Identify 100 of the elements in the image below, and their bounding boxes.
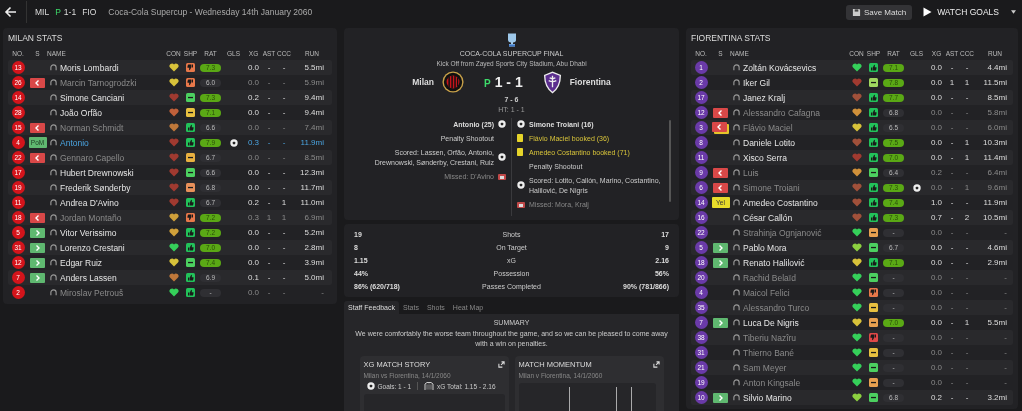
assists-value: - [266,123,272,132]
expand-icon[interactable] [497,361,505,368]
chances-value: - [281,63,287,72]
player-name[interactable]: Luis [743,167,759,178]
player-name[interactable]: Gennaro Capello [60,152,125,163]
player-name[interactable]: Lorenzo Crestani [60,242,125,253]
distance-value: - [1003,333,1008,342]
ball-icon [498,120,506,128]
xg-value: 0.0 [246,168,261,177]
player-name[interactable]: Flávio Maciel [743,122,793,133]
back-arrow-icon[interactable] [4,5,18,19]
save-match-button[interactable]: Save Match [845,4,913,20]
expand-icon[interactable] [652,361,660,368]
player-name[interactable]: Moris Lombardi [60,62,119,73]
xg-value: 0.0 [246,123,261,132]
player-name[interactable]: Alessandro Turco [743,302,810,313]
player-name[interactable]: Hubert Drewnowski [60,167,134,178]
assists-value: - [266,288,272,297]
assists-value: - [949,288,955,297]
arch-icon [50,79,57,86]
player-name[interactable]: César Callón [743,212,793,223]
distance-value: 9.6mi [986,183,1008,192]
player-name[interactable]: Norman Schmidt [60,122,124,133]
team-abbreviation: FIO [82,7,97,17]
player-name[interactable]: Thierno Bané [743,347,795,358]
arch-icon [733,214,740,221]
player-name[interactable]: Tiberiu Nazîru [743,332,797,343]
goal-net-icon [424,382,435,390]
distance-value: 11.0mi [299,198,325,207]
xg-value: 0.3 [246,213,261,222]
chances-value: - [964,333,970,342]
player-name[interactable]: Simone Troiani [743,182,800,193]
arch-icon [733,199,740,206]
player-name[interactable]: Sam Meyer [743,362,787,373]
chances-value: - [964,198,970,207]
assists-value: - [949,333,955,342]
arch-icon [50,139,57,146]
player-name[interactable]: Alessandro Cafagna [743,107,821,118]
arch-icon [733,154,740,161]
assists-value: - [949,393,955,402]
player-name[interactable]: Renato Halilović [743,257,805,268]
player-name[interactable]: Vitor Verissimo [60,227,117,238]
xg-value: 0.0 [246,183,261,192]
player-name[interactable]: Anders Lassen [60,272,117,283]
player-name[interactable]: Marcin Tarnogrodzki [60,77,137,88]
player-name[interactable]: Andrea D'Avino [60,197,119,208]
distance-value: - [1003,273,1008,282]
player-name[interactable]: João Orfão [60,107,103,118]
assists-value: - [949,243,955,252]
xg-value: 0.0 [929,138,944,147]
xg-value: 0.0 [246,63,261,72]
assists-value: 1 [948,78,956,87]
player-name[interactable]: Anton Kingsale [743,377,801,388]
assists-value: - [266,273,272,282]
distance-value: 11.9mi [299,138,325,147]
player-name[interactable]: Rachid Belaïd [743,272,796,283]
chances-value: - [281,153,287,162]
player-name[interactable]: Silvio Marino [743,392,792,403]
assists-value: - [266,108,272,117]
player-name[interactable]: Pablo Mora [743,242,787,253]
xg-value: 0.0 [929,108,944,117]
player-name[interactable]: Jordan Montaño [60,212,122,223]
distance-value: 10.3mi [982,138,1008,147]
assists-value: - [266,93,272,102]
xg-value: 0.0 [246,78,261,87]
xg-value: 0.0 [929,288,944,297]
penalty-mark: P [55,7,61,17]
distance-value: 12.3mi [299,168,325,177]
player-name[interactable]: Simone Canciani [60,92,125,103]
assists-value: - [266,63,272,72]
arch-icon [733,244,740,251]
player-name[interactable]: Maicol Felici [743,287,790,298]
player-name[interactable]: Luca De Nigris [743,317,799,328]
chances-value: - [964,168,970,177]
assists-value: - [949,348,955,357]
arch-icon [733,124,740,131]
xg-value: 0.2 [246,198,261,207]
caret-icon[interactable] [1011,10,1016,14]
player-name[interactable]: Frederik Sønderby [60,182,131,193]
chances-value: - [281,228,287,237]
player-name[interactable]: Janez Kralj [743,92,786,103]
player-name[interactable]: Miroslav Petrouš [60,287,124,298]
scrollbar[interactable] [669,120,671,202]
player-name[interactable]: Iker Gil [743,77,770,88]
distance-value: 5.9mi [303,78,325,87]
assists-value: - [949,378,955,387]
player-name[interactable]: Zoltán Kovácsevics [743,62,817,73]
player-name[interactable]: Strahinja Ognjanović [743,227,822,238]
assists-value: - [949,273,955,282]
chances-value: - [964,228,970,237]
player-name[interactable]: Amedeo Costantino [743,197,818,208]
watch-goals-button[interactable]: WATCH GOALS [918,5,1003,19]
player-name[interactable]: Daniele Lotito [743,137,795,148]
player-name[interactable]: Xisco Serra [743,152,787,163]
distance-value: 11.5mi [982,78,1008,87]
player-name[interactable]: Antonio [60,137,89,148]
player-name[interactable]: Edgar Ruiz [60,257,103,268]
chances-value: - [964,258,970,267]
xg-value: 0.0 [246,258,261,267]
distance-value: 2.8mi [303,243,325,252]
